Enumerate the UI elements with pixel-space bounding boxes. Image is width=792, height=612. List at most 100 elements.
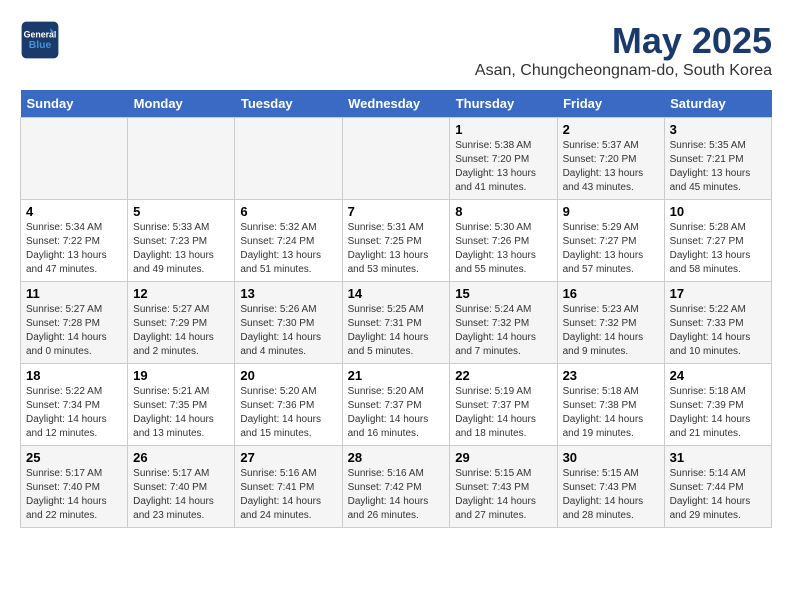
day-info: Sunrise: 5:21 AM Sunset: 7:35 PM Dayligh… bbox=[133, 385, 229, 441]
day-number: 7 bbox=[348, 204, 445, 219]
calendar-cell: 13 Sunrise: 5:26 AM Sunset: 7:30 PM Dayli… bbox=[235, 282, 342, 364]
calendar-cell: 6Sunrise: 5:32 AM Sunset: 7:24 PM Daylig… bbox=[235, 200, 342, 282]
header-row: SundayMondayTuesdayWednesdayThursdayFrid… bbox=[21, 90, 772, 118]
week-row-2: 4 Sunrise: 5:34 AM Sunset: 7:22 PM Daylig… bbox=[21, 200, 772, 282]
day-info: Sunrise: 5:17 AM Sunset: 7:40 PM Dayligh… bbox=[133, 467, 229, 523]
day-number: 9 bbox=[563, 204, 659, 219]
day-info: Sunrise: 5:25 AM Sunset: 7:31 PM Dayligh… bbox=[348, 303, 445, 359]
week-row-5: 25 Sunrise: 5:17 AM Sunset: 7:40 PM Dayli… bbox=[21, 446, 772, 528]
calendar-body: 1 Sunrise: 5:38 AM Sunset: 7:20 PM Daylig… bbox=[21, 118, 772, 528]
day-info: Sunrise: 5:18 AM Sunset: 7:39 PM Dayligh… bbox=[670, 385, 766, 441]
day-info: Sunrise: 5:18 AM Sunset: 7:38 PM Dayligh… bbox=[563, 385, 659, 441]
day-number: 4 bbox=[26, 204, 122, 219]
calendar-cell: 26 Sunrise: 5:17 AM Sunset: 7:40 PM Dayli… bbox=[128, 446, 235, 528]
calendar-cell: 30Sunrise: 5:15 AM Sunset: 7:43 PM Dayli… bbox=[557, 446, 664, 528]
header-day-saturday: Saturday bbox=[664, 90, 771, 118]
calendar-cell: 19Sunrise: 5:21 AM Sunset: 7:35 PM Dayli… bbox=[128, 364, 235, 446]
day-info: Sunrise: 5:35 AM Sunset: 7:21 PM Dayligh… bbox=[670, 139, 766, 195]
day-number: 31 bbox=[670, 450, 766, 465]
day-info: Sunrise: 5:27 AM Sunset: 7:28 PM Dayligh… bbox=[26, 303, 122, 359]
calendar-cell: 10Sunrise: 5:28 AM Sunset: 7:27 PM Dayli… bbox=[664, 200, 771, 282]
subtitle: Asan, Chungcheongnam-do, South Korea bbox=[475, 62, 772, 80]
day-number: 1 bbox=[455, 122, 551, 137]
day-info: Sunrise: 5:28 AM Sunset: 7:27 PM Dayligh… bbox=[670, 221, 766, 277]
day-number: 27 bbox=[240, 450, 336, 465]
calendar-cell: 15 Sunrise: 5:24 AM Sunset: 7:32 PM Dayli… bbox=[450, 282, 557, 364]
calendar-cell: 9 Sunrise: 5:29 AM Sunset: 7:27 PM Daylig… bbox=[557, 200, 664, 282]
calendar-header: SundayMondayTuesdayWednesdayThursdayFrid… bbox=[21, 90, 772, 118]
title-area: May 2025 Asan, Chungcheongnam-do, South … bbox=[475, 20, 772, 80]
day-number: 12 bbox=[133, 286, 229, 301]
day-number: 6 bbox=[240, 204, 336, 219]
calendar-cell: 21Sunrise: 5:20 AM Sunset: 7:37 PM Dayli… bbox=[342, 364, 450, 446]
calendar-cell: 17Sunrise: 5:22 AM Sunset: 7:33 PM Dayli… bbox=[664, 282, 771, 364]
logo-icon: General Blue bbox=[20, 20, 60, 60]
day-info: Sunrise: 5:16 AM Sunset: 7:41 PM Dayligh… bbox=[240, 467, 336, 523]
calendar-cell: 14Sunrise: 5:25 AM Sunset: 7:31 PM Dayli… bbox=[342, 282, 450, 364]
day-number: 26 bbox=[133, 450, 229, 465]
day-number: 29 bbox=[455, 450, 551, 465]
day-number: 13 bbox=[240, 286, 336, 301]
day-info: Sunrise: 5:15 AM Sunset: 7:43 PM Dayligh… bbox=[563, 467, 659, 523]
svg-text:Blue: Blue bbox=[29, 40, 52, 51]
week-row-1: 1 Sunrise: 5:38 AM Sunset: 7:20 PM Daylig… bbox=[21, 118, 772, 200]
day-number: 25 bbox=[26, 450, 122, 465]
day-number: 2 bbox=[563, 122, 659, 137]
day-number: 20 bbox=[240, 368, 336, 383]
day-info: Sunrise: 5:22 AM Sunset: 7:34 PM Dayligh… bbox=[26, 385, 122, 441]
week-row-4: 18 Sunrise: 5:22 AM Sunset: 7:34 PM Dayli… bbox=[21, 364, 772, 446]
calendar-cell: 22 Sunrise: 5:19 AM Sunset: 7:37 PM Dayli… bbox=[450, 364, 557, 446]
calendar-cell: 20 Sunrise: 5:20 AM Sunset: 7:36 PM Dayli… bbox=[235, 364, 342, 446]
calendar-cell: 2Sunrise: 5:37 AM Sunset: 7:20 PM Daylig… bbox=[557, 118, 664, 200]
calendar-cell: 7 Sunrise: 5:31 AM Sunset: 7:25 PM Daylig… bbox=[342, 200, 450, 282]
day-number: 5 bbox=[133, 204, 229, 219]
main-title: May 2025 bbox=[475, 20, 772, 62]
calendar-cell bbox=[235, 118, 342, 200]
header-day-sunday: Sunday bbox=[21, 90, 128, 118]
day-info: Sunrise: 5:22 AM Sunset: 7:33 PM Dayligh… bbox=[670, 303, 766, 359]
day-info: Sunrise: 5:20 AM Sunset: 7:37 PM Dayligh… bbox=[348, 385, 445, 441]
day-info: Sunrise: 5:15 AM Sunset: 7:43 PM Dayligh… bbox=[455, 467, 551, 523]
day-number: 28 bbox=[348, 450, 445, 465]
day-info: Sunrise: 5:20 AM Sunset: 7:36 PM Dayligh… bbox=[240, 385, 336, 441]
calendar-cell: 1 Sunrise: 5:38 AM Sunset: 7:20 PM Daylig… bbox=[450, 118, 557, 200]
day-number: 8 bbox=[455, 204, 551, 219]
calendar-cell: 8 Sunrise: 5:30 AM Sunset: 7:26 PM Daylig… bbox=[450, 200, 557, 282]
calendar-cell: 18 Sunrise: 5:22 AM Sunset: 7:34 PM Dayli… bbox=[21, 364, 128, 446]
day-info: Sunrise: 5:30 AM Sunset: 7:26 PM Dayligh… bbox=[455, 221, 551, 277]
day-info: Sunrise: 5:29 AM Sunset: 7:27 PM Dayligh… bbox=[563, 221, 659, 277]
day-number: 22 bbox=[455, 368, 551, 383]
day-info: Sunrise: 5:34 AM Sunset: 7:22 PM Dayligh… bbox=[26, 221, 122, 277]
calendar-cell: 25Sunrise: 5:17 AM Sunset: 7:40 PM Dayli… bbox=[21, 446, 128, 528]
day-number: 3 bbox=[670, 122, 766, 137]
day-info: Sunrise: 5:24 AM Sunset: 7:32 PM Dayligh… bbox=[455, 303, 551, 359]
day-info: Sunrise: 5:31 AM Sunset: 7:25 PM Dayligh… bbox=[348, 221, 445, 277]
day-number: 11 bbox=[26, 286, 122, 301]
header-day-wednesday: Wednesday bbox=[342, 90, 450, 118]
day-number: 23 bbox=[563, 368, 659, 383]
day-info: Sunrise: 5:26 AM Sunset: 7:30 PM Dayligh… bbox=[240, 303, 336, 359]
day-info: Sunrise: 5:16 AM Sunset: 7:42 PM Dayligh… bbox=[348, 467, 445, 523]
calendar-cell: 24 Sunrise: 5:18 AM Sunset: 7:39 PM Dayli… bbox=[664, 364, 771, 446]
day-info: Sunrise: 5:38 AM Sunset: 7:20 PM Dayligh… bbox=[455, 139, 551, 195]
day-number: 18 bbox=[26, 368, 122, 383]
calendar-cell: 12 Sunrise: 5:27 AM Sunset: 7:29 PM Dayli… bbox=[128, 282, 235, 364]
calendar-cell: 29 Sunrise: 5:15 AM Sunset: 7:43 PM Dayli… bbox=[450, 446, 557, 528]
day-info: Sunrise: 5:27 AM Sunset: 7:29 PM Dayligh… bbox=[133, 303, 229, 359]
calendar-cell: 28 Sunrise: 5:16 AM Sunset: 7:42 PM Dayli… bbox=[342, 446, 450, 528]
week-row-3: 11 Sunrise: 5:27 AM Sunset: 7:28 PM Dayli… bbox=[21, 282, 772, 364]
calendar-cell: 4 Sunrise: 5:34 AM Sunset: 7:22 PM Daylig… bbox=[21, 200, 128, 282]
calendar-cell bbox=[21, 118, 128, 200]
header: General Blue May 2025 Asan, Chungcheongn… bbox=[20, 20, 772, 80]
logo: General Blue bbox=[20, 20, 64, 60]
day-number: 16 bbox=[563, 286, 659, 301]
header-day-tuesday: Tuesday bbox=[235, 90, 342, 118]
calendar-cell: 11 Sunrise: 5:27 AM Sunset: 7:28 PM Dayli… bbox=[21, 282, 128, 364]
day-number: 15 bbox=[455, 286, 551, 301]
day-info: Sunrise: 5:33 AM Sunset: 7:23 PM Dayligh… bbox=[133, 221, 229, 277]
day-info: Sunrise: 5:19 AM Sunset: 7:37 PM Dayligh… bbox=[455, 385, 551, 441]
day-number: 24 bbox=[670, 368, 766, 383]
calendar-cell: 16Sunrise: 5:23 AM Sunset: 7:32 PM Dayli… bbox=[557, 282, 664, 364]
header-day-thursday: Thursday bbox=[450, 90, 557, 118]
header-day-friday: Friday bbox=[557, 90, 664, 118]
